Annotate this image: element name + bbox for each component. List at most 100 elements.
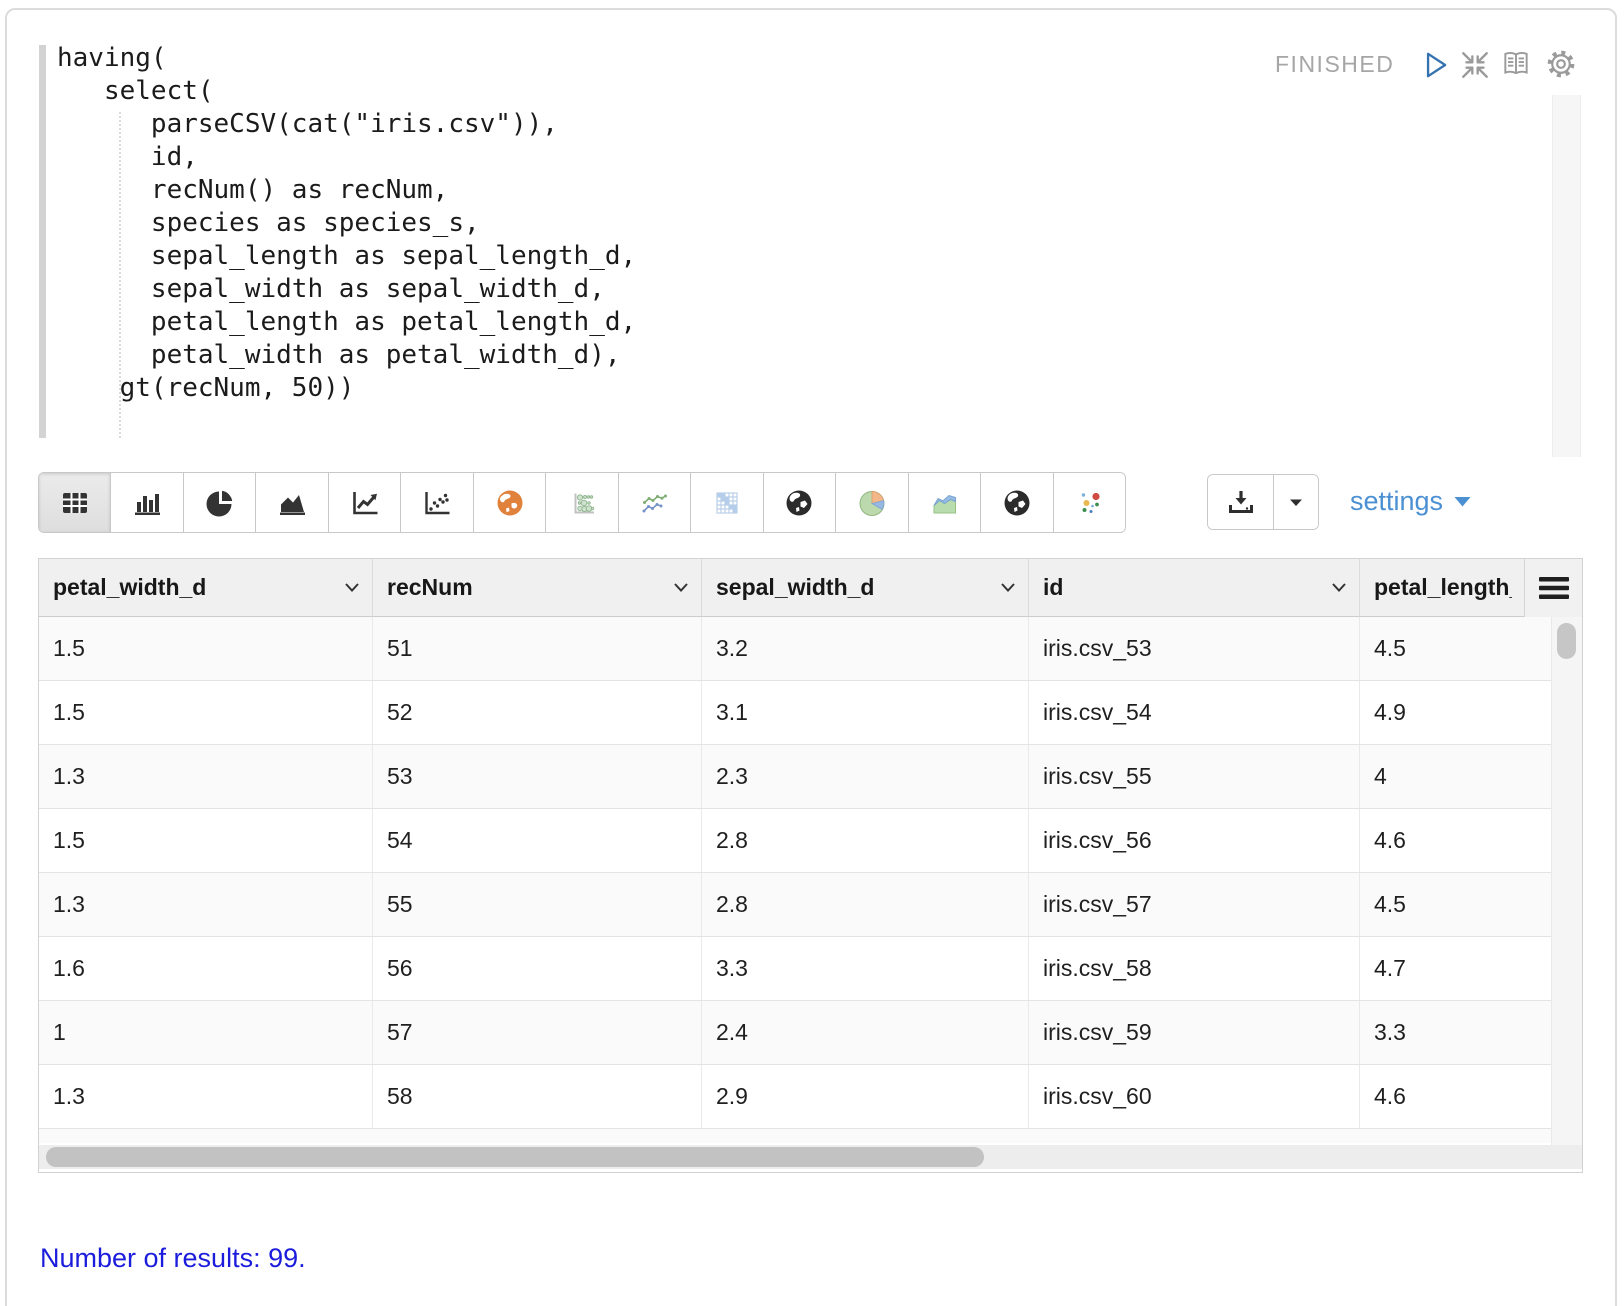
chevron-down-icon[interactable] [673,582,689,593]
chevron-down-icon[interactable] [1331,582,1347,593]
chart-type-pie-color-button[interactable] [835,473,907,532]
editor-gutter [39,45,46,438]
area-chart-color-icon [929,488,959,518]
cell: 2.4 [702,1001,1029,1064]
download-options-caret[interactable] [1274,475,1318,529]
cell: 2.8 [702,873,1029,936]
cell: 1.3 [39,745,373,808]
globe-orange-icon [495,488,525,518]
cell: 58 [373,1065,702,1128]
code-line: sepal_width as sepal_width_d, [57,273,636,306]
column-header-recnum[interactable]: recNum [373,559,702,617]
chart-type-multiline-button[interactable] [618,473,690,532]
chart-type-globe2-button[interactable] [980,473,1052,532]
column-header-sepal-width[interactable]: sepal_width_d [702,559,1029,617]
table-menu-button[interactable] [1524,559,1582,618]
column-label: sepal_width_d [716,574,1000,601]
cell: 57 [373,1001,702,1064]
cell: 1.6 [39,937,373,1000]
chevron-down-icon[interactable] [1000,582,1016,593]
table-header-row: petal_width_d recNum sepal_width_d id pe… [39,559,1524,617]
chart-type-scatter-color-button[interactable] [1053,473,1125,532]
cell: iris.csv_54 [1029,681,1360,744]
settings-label: settings [1350,486,1443,517]
chart-type-bar-button[interactable] [110,473,182,532]
notebook-paragraph: having( select( parseCSV(cat("iris.csv")… [0,0,1624,1306]
download-button[interactable] [1208,475,1274,529]
chart-type-globe1-button[interactable] [763,473,835,532]
cell: 3.3 [702,937,1029,1000]
run-play-icon[interactable] [1419,49,1451,81]
chart-type-scatter-button[interactable] [400,473,472,532]
area-chart-icon [277,488,307,518]
cell: 2.9 [702,1065,1029,1128]
table-row: 1.3 55 2.8 iris.csv_57 4.5 [39,873,1551,937]
chart-type-pie-button[interactable] [183,473,255,532]
settings-toggle[interactable]: settings [1350,486,1472,517]
scatter-color-icon [1074,488,1104,518]
cell: iris.csv_57 [1029,873,1360,936]
gear-icon[interactable] [1545,48,1577,80]
cell: 1.5 [39,809,373,872]
globe-dark-icon [1002,488,1032,518]
chart-type-area-color-button[interactable] [908,473,980,532]
cell: iris.csv_60 [1029,1065,1360,1128]
download-button-group [1207,474,1319,530]
chart-type-line-button[interactable] [328,473,400,532]
cell: 53 [373,745,702,808]
code-line: gt(recNum, 50)) [57,372,636,405]
column-label: petal_width_d [53,574,344,601]
code-line: petal_width as petal_width_d), [57,339,636,372]
cell: iris.csv_56 [1029,809,1360,872]
table-row: 1.5 54 2.8 iris.csv_56 4.6 [39,809,1551,873]
code-line: petal_length as petal_length_d, [57,306,636,339]
cell: 55 [373,873,702,936]
cell: 52 [373,681,702,744]
cell: 1.3 [39,873,373,936]
chart-type-matrix-button[interactable] [690,473,762,532]
table-vertical-scrollbar-thumb[interactable] [1557,623,1576,659]
cell: 4 [1360,745,1551,808]
column-header-petal-length[interactable]: petal_length_d [1360,559,1524,617]
results-count-text: Number of results: 99. [40,1243,306,1274]
table-horizontal-scrollbar-thumb[interactable] [46,1147,984,1167]
bubble-chart-icon [567,488,597,518]
column-header-petal-width[interactable]: petal_width_d [39,559,373,617]
chart-type-table-button[interactable] [39,473,110,532]
bar-chart-icon [132,488,162,518]
chart-type-bubble-button[interactable] [545,473,617,532]
cell: 3.3 [1360,1001,1551,1064]
results-table: petal_width_d recNum sepal_width_d id pe… [38,558,1583,1173]
cell: 2.3 [702,745,1029,808]
table-vertical-scrollbar[interactable] [1551,617,1582,1145]
cell: iris.csv_59 [1029,1001,1360,1064]
column-label: id [1043,574,1331,601]
table-row: 1.5 52 3.1 iris.csv_54 4.9 [39,681,1551,745]
cell: iris.csv_55 [1029,745,1360,808]
scatter-chart-icon [422,488,452,518]
cell: 2.8 [702,809,1029,872]
cell: 3.1 [702,681,1029,744]
code-line: sepal_length as sepal_length_d, [57,240,636,273]
editor-scrollbar[interactable] [1552,95,1581,457]
hamburger-menu-icon [1537,575,1571,601]
chart-type-map-orange-button[interactable] [473,473,545,532]
code-line: parseCSV(cat("iris.csv")), [57,108,636,141]
book-icon[interactable] [1500,48,1532,80]
cell: 3.2 [702,617,1029,680]
code-editor[interactable]: having( select( parseCSV(cat("iris.csv")… [57,42,636,405]
cell: 4.7 [1360,937,1551,1000]
column-header-id[interactable]: id [1029,559,1360,617]
chevron-down-icon[interactable] [344,582,360,593]
cell: 4.5 [1360,617,1551,680]
chart-type-area-button[interactable] [255,473,327,532]
pie-chart-color-icon [857,488,887,518]
table-row-partial [39,1129,1551,1143]
compress-icon[interactable] [1459,49,1491,81]
cell: 1 [39,1001,373,1064]
pie-chart-icon [205,488,235,518]
download-icon [1226,487,1256,517]
cell: iris.csv_53 [1029,617,1360,680]
paragraph-status: FINISHED [1275,51,1394,78]
table-icon [60,488,90,518]
